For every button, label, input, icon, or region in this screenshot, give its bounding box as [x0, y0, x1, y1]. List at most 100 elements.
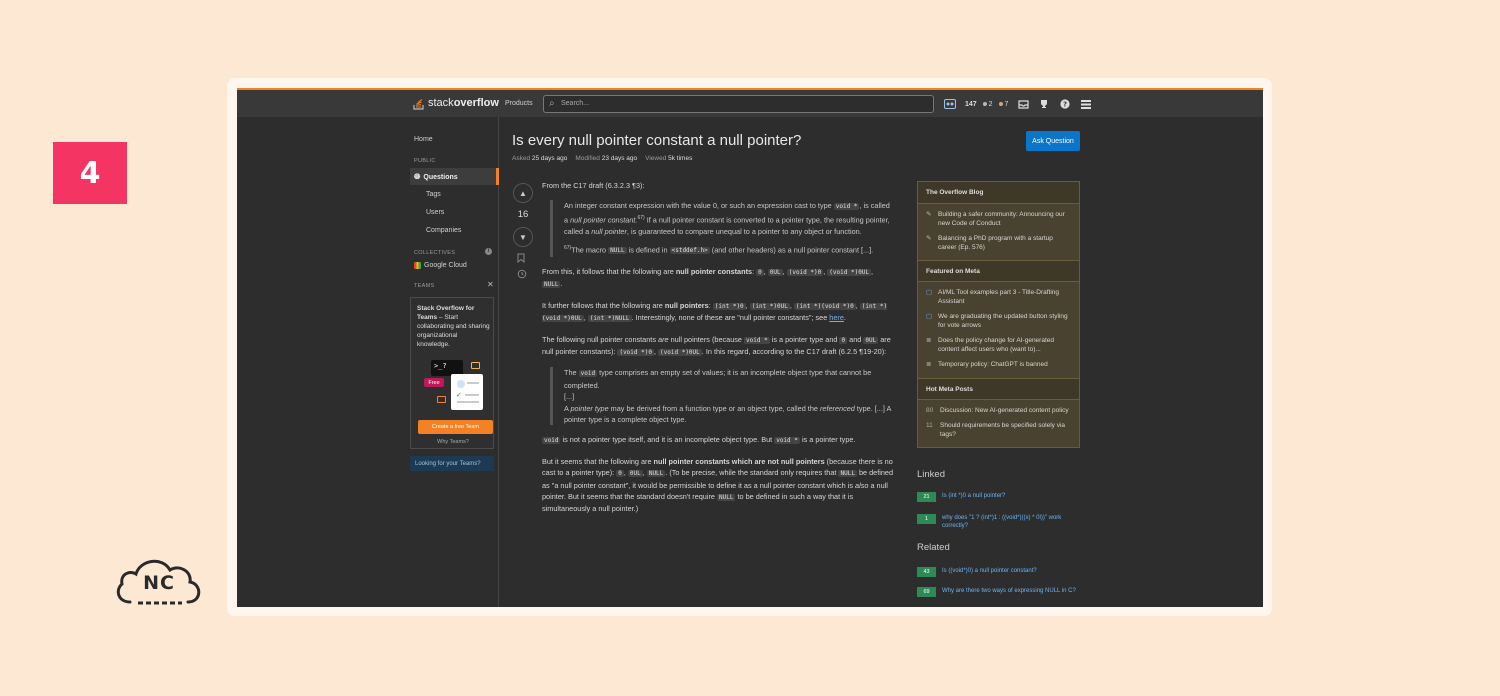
here-link[interactable]: here: [829, 313, 844, 322]
question-title[interactable]: Is every null pointer constant a null po…: [512, 132, 801, 149]
meta-header: Featured on Meta: [918, 260, 1079, 282]
nav-google-cloud[interactable]: Google Cloud: [414, 262, 467, 269]
blog-header: The Overflow Blog: [918, 182, 1079, 204]
post-text: may be derived from a function type or a…: [610, 403, 818, 413]
up-arrow-icon: ▲: [519, 188, 527, 198]
inline-code: 0UL: [767, 268, 783, 276]
step-number-badge: 4: [53, 142, 127, 204]
avatar-icon[interactable]: [944, 98, 956, 110]
looking-for-teams-link[interactable]: Looking for your Teams?: [410, 456, 494, 471]
bookmark-icon[interactable]: [517, 253, 525, 265]
free-tag: Free: [424, 378, 444, 387]
vote-count: 16: [517, 209, 529, 220]
downvote-button[interactable]: ▼: [513, 227, 533, 247]
nav-questions-label[interactable]: 🌐︎ Questions: [414, 172, 458, 182]
post-blockquote: The void type comprises an empty set of …: [550, 367, 895, 426]
post-paragraph: void is not a pointer type itself, and i…: [542, 434, 895, 446]
post-text: . (To be precise, while the standard onl…: [665, 468, 837, 478]
meta-item-text: We are graduating the updated button sty…: [938, 313, 1068, 329]
post-blockquote: An integer constant expression with the …: [550, 200, 895, 257]
post-text: . In this regard, according to the C17 d…: [701, 346, 887, 356]
inbox-icon[interactable]: [1017, 98, 1029, 110]
meta-item[interactable]: ≣ Does the policy change for AI-generated…: [918, 334, 1079, 358]
top-bar: stackoverflow Products ⌕ Search... 147 2…: [237, 88, 1263, 117]
blog-items: ✎ Building a safer community: Announcing …: [918, 204, 1079, 260]
meta-item[interactable]: ▢ We are graduating the updated button st…: [918, 310, 1079, 334]
meta-item[interactable]: ▢ AI/ML Tool examples part 3 - Title-Draf…: [918, 286, 1079, 310]
post-text: A: [564, 403, 569, 413]
nav-section-public: PUBLIC: [414, 158, 436, 164]
inline-code: void *: [744, 336, 770, 344]
linked-heading: Linked: [917, 469, 945, 480]
trophy-icon[interactable]: [1038, 98, 1050, 110]
history-icon[interactable]: [517, 269, 527, 281]
create-free-team-button[interactable]: Create a free Team: [418, 420, 493, 434]
linked-question[interactable]: 1 why does "1 ? (int*)1 : ((void*)((x) *…: [917, 514, 1080, 530]
help-icon[interactable]: ?: [1059, 98, 1071, 110]
bronze-badge-count: 7: [1004, 100, 1009, 108]
post-quote-paragraph: An integer constant expression with the …: [564, 200, 895, 237]
post-text: The macro: [571, 245, 607, 255]
modified-value[interactable]: 23 days ago: [602, 155, 637, 162]
hot-meta-header: Hot Meta Posts: [918, 377, 1079, 400]
site-switcher-icon[interactable]: [1080, 98, 1092, 110]
silver-badge-count: 2: [988, 100, 993, 108]
hot-meta-text: Discussion: New AI-generated content pol…: [940, 406, 1069, 414]
search-icon: ⌕: [549, 98, 555, 109]
blog-item[interactable]: ✎ Building a safer community: Announcing …: [918, 208, 1079, 232]
why-teams-link[interactable]: Why Teams?: [411, 439, 495, 445]
inline-code: (void *)0UL: [658, 348, 702, 356]
user-reputation[interactable]: 147 2 7: [965, 101, 1008, 108]
blog-item[interactable]: ✎ Balancing a PhD program with a startup …: [918, 232, 1079, 256]
search-placeholder: Search...: [561, 100, 590, 107]
nav-tags[interactable]: Tags: [426, 191, 441, 198]
hot-meta-item[interactable]: 11 Should requirements be specified solel…: [918, 419, 1079, 443]
meta-item[interactable]: ≣ Temporary policy: ChatGPT is banned: [918, 358, 1079, 374]
question-score: 69: [917, 587, 936, 597]
nav-companies[interactable]: Companies: [426, 227, 461, 234]
post-text-bold: null pointer constants which are not nul…: [653, 456, 825, 466]
google-cloud-icon: [414, 262, 421, 269]
post-quote-paragraph: The void type comprises an empty set of …: [564, 367, 895, 391]
nc-logo-text: NC: [143, 572, 175, 594]
inline-code: (int *)0: [712, 302, 746, 310]
question-body: From the C17 draft (6.3.2.3 ¶3): An inte…: [542, 180, 895, 524]
inline-code: 0: [756, 268, 764, 276]
stackoverflow-logo[interactable]: stackoverflow: [413, 96, 499, 110]
hot-meta-item[interactable]: 80 Discussion: New AI-generated content p…: [918, 404, 1079, 420]
post-text: null pointers (because: [670, 334, 742, 344]
search-input[interactable]: ⌕ Search...: [543, 95, 934, 113]
related-question[interactable]: 43 Is ((void*)0) a null pointer constant…: [917, 567, 1080, 577]
upvote-button[interactable]: ▲: [513, 183, 533, 203]
nav-users[interactable]: Users: [426, 209, 444, 216]
stack-icon: ≣: [926, 337, 932, 344]
post-text: But it seems that the following are: [542, 456, 652, 466]
question-score: 1: [917, 514, 936, 524]
post-text-italic: referenced: [819, 403, 855, 413]
chat-bubble-icon: [437, 396, 446, 403]
post-text: , is guaranteed to compare unequal to a …: [626, 226, 862, 236]
inline-code: (void *)0: [786, 268, 824, 276]
ask-question-button[interactable]: Ask Question: [1026, 131, 1080, 151]
post-quote-paragraph: 67)The macro NULL is defined in <stddef.…: [564, 243, 895, 257]
footnote-ref: 67): [637, 214, 645, 221]
nav-home[interactable]: Home: [414, 136, 433, 143]
teams-promo-text: Stack Overflow for Teams – Start collabo…: [417, 304, 491, 349]
products-link[interactable]: Products: [505, 100, 533, 107]
related-question[interactable]: 69 Why are there two ways of expressing …: [917, 587, 1080, 597]
globe-icon: 🌐︎: [414, 172, 421, 181]
post-paragraph: It further follows that the following ar…: [542, 300, 888, 323]
nav-section-teams: TEAMS: [414, 283, 435, 289]
post-text-italic: pointer type: [570, 403, 609, 413]
info-icon[interactable]: i: [485, 248, 492, 255]
post-paragraph: From the C17 draft (6.3.2.3 ¶3):: [542, 180, 895, 191]
linked-question[interactable]: 21 Is (int *)0 a null pointer?: [917, 492, 1080, 502]
close-icon[interactable]: ✕: [487, 280, 494, 289]
post-paragraph: From this, it follows that the following…: [542, 266, 874, 289]
post-text-italic: null pointer: [591, 226, 627, 236]
viewed-value: 5k times: [668, 155, 693, 162]
nav-questions-text: Questions: [423, 173, 458, 181]
post-text-italic: are: [658, 334, 669, 344]
meta-item-text: Does the policy change for AI-generated …: [938, 337, 1054, 353]
post-paragraph: But it seems that the following are null…: [542, 456, 894, 514]
